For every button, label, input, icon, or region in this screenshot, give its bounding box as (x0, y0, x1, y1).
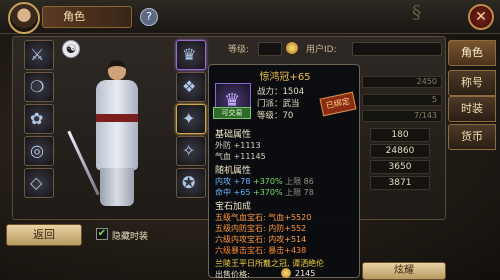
level-row: 等级：70 (257, 109, 293, 121)
character-robe (96, 80, 138, 170)
level-value: 70 (282, 111, 294, 121)
attr-cap: 上限 86 (285, 177, 314, 186)
level-label: 等级： (257, 111, 283, 121)
character-head (108, 60, 126, 80)
character-sash (96, 114, 138, 122)
armor-icon: ✦ (182, 109, 196, 128)
attr-label: 内攻 (215, 177, 231, 186)
page-title: 角色 (42, 6, 132, 28)
level-label: 等级: (228, 45, 250, 55)
shoulder-icon: ❖ (182, 77, 197, 96)
item-name: 惊鸿冠+65 (259, 72, 311, 83)
tradable-badge: 可交易 (213, 107, 251, 119)
stat-bar-1: 2450 (362, 76, 442, 88)
equip-slot-belt[interactable]: ✧ (176, 136, 206, 166)
faction-label: 门派： (257, 99, 283, 109)
belt-icon: ✧ (182, 141, 196, 160)
back-button[interactable]: 返回 (6, 224, 82, 246)
base-attr-row: 外防 +1113 (215, 140, 261, 151)
gem-row: 五级气血宝石: 气血+5520 (215, 213, 312, 222)
stat-bar-3: 7/143 (362, 110, 442, 122)
user-id-label: 用户ID: (306, 45, 337, 55)
stat-bar-2: 5 (362, 94, 442, 106)
sword-icon: ⚔ (30, 45, 45, 64)
power-label: 战力： (257, 87, 283, 97)
stat-value: 24860 (370, 144, 430, 158)
bound-seal: 已绑定 (319, 91, 357, 117)
close-button[interactable]: ✕ (468, 4, 494, 30)
base-attr-title: 基础属性 (215, 130, 252, 140)
tab-currency[interactable]: 货币 (448, 124, 496, 150)
equip-slot-necklace[interactable]: ❍ (24, 72, 54, 102)
top-bar: 角色 ? § ✕ (0, 0, 500, 34)
gem-row: 五级内防宝石: 内防+552 (215, 224, 307, 233)
equip-slot-boots[interactable]: ✪ (176, 168, 206, 198)
ring-icon: ◎ (30, 141, 44, 160)
equip-slot-charm[interactable]: ✿ (24, 104, 54, 134)
gem-row: 六级暴击宝石: 暴击+438 (215, 246, 307, 255)
sell-price-value: 2145 (295, 269, 316, 278)
helmet-icon: ♛ (182, 45, 197, 64)
equip-slot-helmet[interactable]: ♛ (176, 40, 206, 70)
character-model[interactable] (67, 58, 148, 208)
faction-emblem-icon: ☯ (62, 40, 80, 58)
base-attr-row: 气血 +11145 (215, 151, 266, 162)
coin-icon (281, 268, 291, 278)
decor-glyph: § (412, 2, 421, 23)
attr-label: 命中 (215, 188, 231, 197)
attr-value: +78 (233, 177, 251, 186)
tab-title[interactable]: 称号 (448, 70, 496, 96)
attr-cap: 上限 78 (285, 188, 314, 197)
attr-label: 外防 (215, 141, 231, 150)
power-row: 战力：1504 (257, 85, 304, 97)
random-attr-title: 随机属性 (215, 166, 252, 176)
faction-value: 武当 (282, 99, 300, 109)
help-button[interactable]: ? (140, 8, 158, 26)
user-id-box (352, 42, 442, 56)
power-value: 1504 (282, 87, 305, 97)
avatar[interactable] (8, 2, 40, 34)
faction-row: 门派：武当 (257, 97, 300, 109)
random-attr-row: 内攻 +78 +370% 上限 86 (215, 176, 314, 187)
tab-character[interactable]: 角色 (448, 40, 496, 66)
equip-slot-bracer[interactable]: ◇ (24, 168, 54, 198)
attr-value: +1113 (233, 141, 261, 150)
necklace-icon: ❍ (30, 77, 45, 96)
attr-percent: +370% (252, 177, 283, 186)
hide-fashion-label: 隐藏时装 (112, 232, 149, 242)
boots-icon: ✪ (182, 173, 196, 192)
gem-row: 六级内攻宝石: 内攻+514 (215, 235, 307, 244)
stat-value: 180 (370, 128, 430, 142)
attr-label: 气血 (215, 152, 231, 161)
stat-value: 3650 (370, 160, 430, 174)
sell-price-label: 出售价格: (215, 270, 250, 279)
item-flavor-text: 兰陵王平日所戴之冠, 谭洒绝伦 (215, 259, 325, 268)
equip-slot-shoulder[interactable]: ❖ (176, 72, 206, 102)
show-off-button[interactable]: 炫耀 (362, 262, 446, 280)
hide-fashion-checkbox[interactable]: ✔ (96, 228, 108, 240)
item-tooltip: 惊鸿冠+65 ♛ 可交易 战力：1504 门派：武当 等级：70 已绑定 基础属… (208, 64, 360, 279)
gold-coin-icon (286, 42, 298, 54)
character-legs (100, 168, 134, 206)
gem-bonus-title: 宝石加成 (215, 202, 252, 212)
level-value-box (258, 42, 282, 56)
bracer-icon: ◇ (30, 173, 43, 192)
stat-value: 3871 (370, 176, 430, 190)
attr-percent: +370% (252, 188, 283, 197)
equip-slot-weapon[interactable]: ⚔ (24, 40, 54, 70)
equip-slot-armor[interactable]: ✦ (176, 104, 206, 134)
pendant-icon: ✿ (30, 109, 44, 128)
game-screen: 角色 ? § ✕ ⚔ ❍ ✿ ◎ ◇ ☯ ♛ ❖ ✦ ✧ ✪ 等级: 用户ID:… (0, 0, 500, 280)
attr-value: +11145 (233, 152, 266, 161)
random-attr-row: 命中 +65 +370% 上限 78 (215, 187, 314, 198)
tab-fashion[interactable]: 时装 (448, 96, 496, 122)
attr-value: +65 (233, 188, 251, 197)
equip-slot-ring[interactable]: ◎ (24, 136, 54, 166)
